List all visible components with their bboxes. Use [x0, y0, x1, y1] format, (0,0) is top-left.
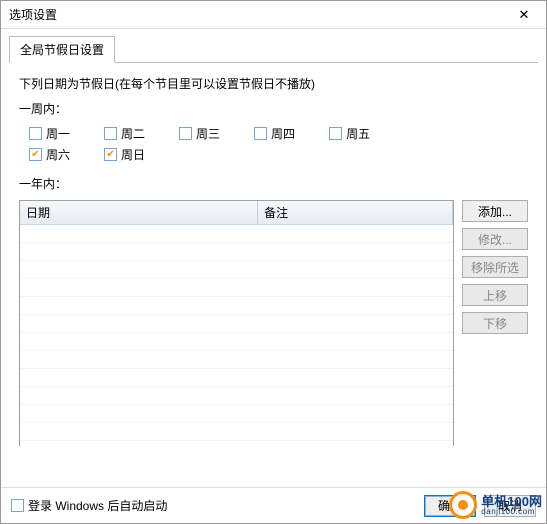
tab-global-holiday[interactable]: 全局节假日设置 [9, 36, 115, 63]
checkbox-sat[interactable]: ✔周六 [29, 146, 70, 163]
remove-button[interactable]: 移除所选 [462, 256, 528, 278]
checkbox-thu[interactable]: 周四 [254, 125, 295, 142]
window-title: 选项设置 [9, 6, 510, 23]
cancel-button[interactable]: 取消 [484, 495, 536, 517]
checkbox-fri-label: 周五 [346, 125, 370, 142]
col-header-note[interactable]: 备注 [258, 201, 453, 224]
checkbox-sun-label: 周日 [121, 146, 145, 163]
weekly-label: 一周内： [19, 100, 528, 117]
holiday-grid[interactable]: 日期 备注 [19, 200, 454, 446]
checkbox-sun[interactable]: ✔周日 [104, 146, 145, 163]
yearly-label: 一年内： [19, 175, 528, 192]
col-header-date[interactable]: 日期 [20, 201, 258, 224]
footer: 登录 Windows 后自动启动 确定 取消 [1, 487, 546, 523]
checkbox-mon-label: 周一 [46, 125, 70, 142]
checkbox-thu-label: 周四 [271, 125, 295, 142]
grid-buttons: 添加... 修改... 移除所选 上移 下移 [462, 200, 528, 446]
checkbox-tue[interactable]: 周二 [104, 125, 145, 142]
tabstrip: 全局节假日设置 [9, 35, 538, 63]
tab-content: 下列日期为节假日(在每个节目里可以设置节假日不播放) 一周内： 周一 周二 周三… [1, 63, 546, 452]
checkbox-wed-label: 周三 [196, 125, 220, 142]
grid-body[interactable] [20, 225, 453, 447]
holiday-note-text: 下列日期为节假日(在每个节目里可以设置节假日不播放) [19, 75, 528, 92]
move-up-button[interactable]: 上移 [462, 284, 528, 306]
titlebar: 选项设置 ✕ [1, 1, 546, 29]
grid-header: 日期 备注 [20, 201, 453, 225]
checkbox-tue-label: 周二 [121, 125, 145, 142]
checkbox-sat-label: 周六 [46, 146, 70, 163]
checkbox-wed[interactable]: 周三 [179, 125, 220, 142]
checkbox-autostart[interactable]: 登录 Windows 后自动启动 [11, 497, 167, 514]
checkbox-fri[interactable]: 周五 [329, 125, 370, 142]
move-down-button[interactable]: 下移 [462, 312, 528, 334]
edit-button[interactable]: 修改... [462, 228, 528, 250]
ok-button[interactable]: 确定 [424, 495, 476, 517]
checkbox-autostart-label: 登录 Windows 后自动启动 [28, 497, 167, 514]
checkbox-mon[interactable]: 周一 [29, 125, 70, 142]
close-icon[interactable]: ✕ [510, 5, 538, 25]
add-button[interactable]: 添加... [462, 200, 528, 222]
